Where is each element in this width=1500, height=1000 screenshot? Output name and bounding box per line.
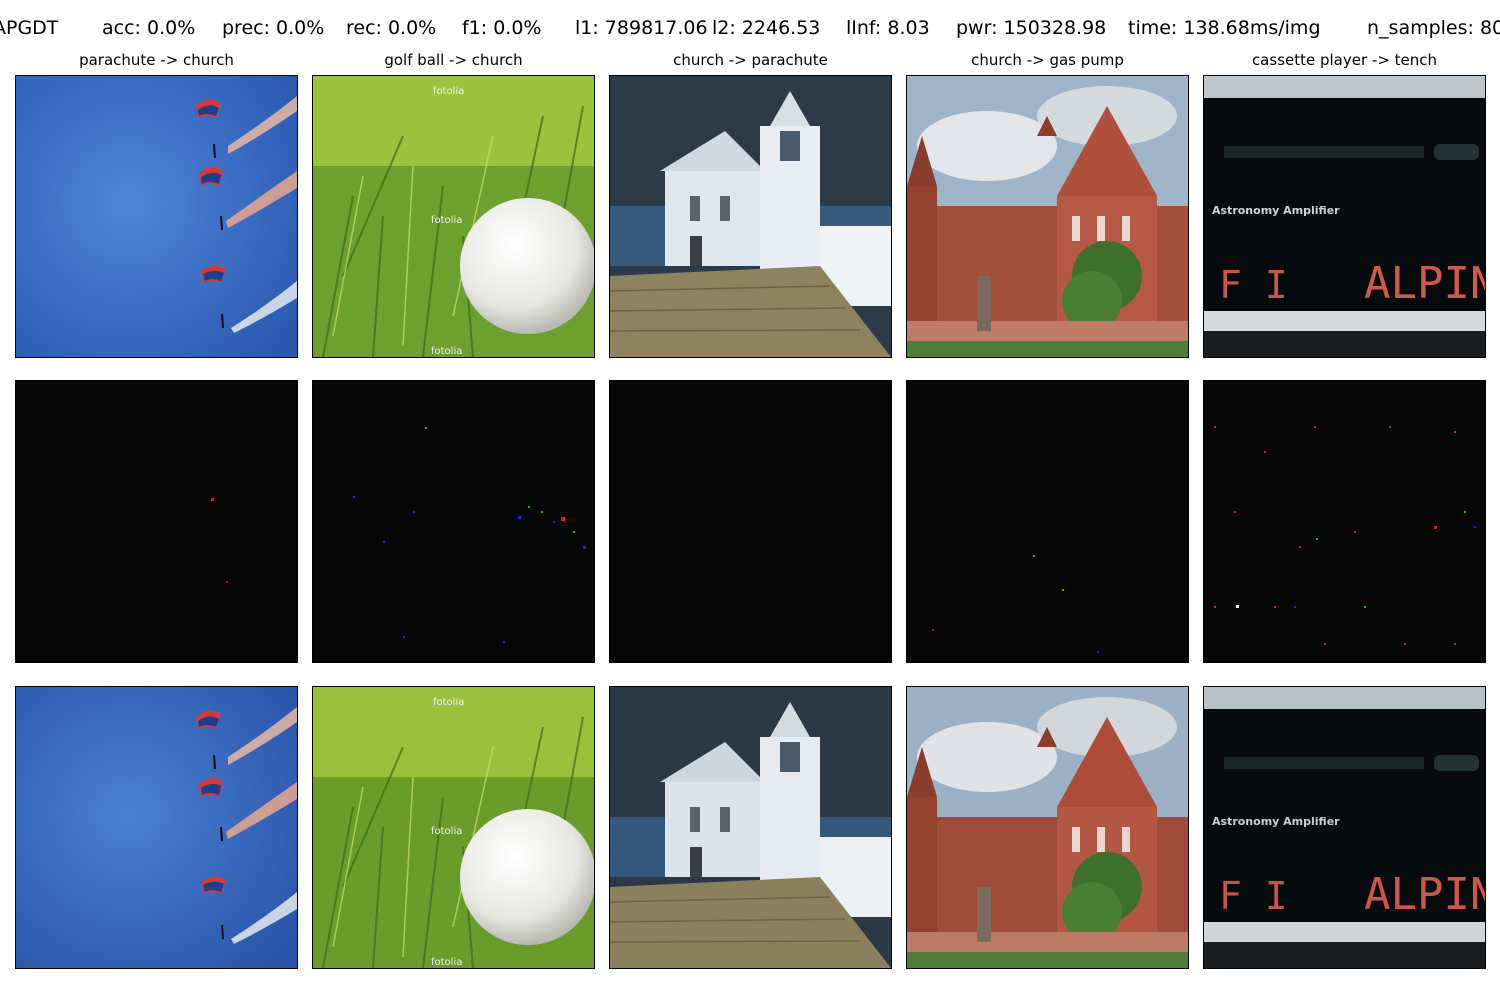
- metric-pwr: pwr: 150328.98: [956, 17, 1107, 39]
- cassette-label-line: Astronomy Amplifier: [1212, 204, 1340, 217]
- cassette-display-left: F I: [1219, 263, 1288, 307]
- adversarial-image-church-white: [609, 686, 892, 969]
- adversarial-image-parachute: [15, 686, 298, 969]
- column-title-4: church -> gas pump: [971, 51, 1124, 69]
- original-image-parachute: [15, 75, 298, 358]
- watermark-text: fotolia: [431, 215, 462, 226]
- column-title-2: golf ball -> church: [384, 51, 523, 69]
- adversarial-image-church-brick: [906, 686, 1189, 969]
- perturbation-image-church-white: [609, 380, 892, 663]
- metrics-header: APGDT acc: 0.0% prec: 0.0% rec: 0.0% f1:…: [0, 0, 1500, 56]
- original-image-church-brick: [906, 75, 1189, 358]
- perturbation-image-parachute: [15, 380, 298, 663]
- perturbation-image-golf-ball: [312, 380, 595, 663]
- cassette-display-right: ALPINE: [1364, 869, 1485, 920]
- original-image-church-white: [609, 75, 892, 358]
- adversarial-image-cassette: Astronomy Amplifier F I ALPINE: [1203, 686, 1486, 969]
- cassette-display-right: ALPINE: [1364, 258, 1485, 309]
- metric-method: APGDT: [0, 17, 59, 39]
- cassette-display-left: F I: [1219, 874, 1288, 918]
- watermark-text: fotolia: [431, 346, 462, 357]
- original-image-golf-ball: fotolia fotolia fotolia: [312, 75, 595, 358]
- metric-l1: l1: 789817.06: [575, 17, 708, 39]
- metric-nsamples: n_samples: 80: [1367, 17, 1500, 39]
- watermark-text: fotolia: [433, 697, 464, 708]
- original-image-cassette: Astronomy Amplifier F I ALPINE: [1203, 75, 1486, 358]
- metric-l2: l2: 2246.53: [712, 17, 821, 39]
- column-title-1: parachute -> church: [79, 51, 234, 69]
- metric-prec: prec: 0.0%: [222, 17, 325, 39]
- metric-rec: rec: 0.0%: [346, 17, 437, 39]
- watermark-text: fotolia: [431, 826, 462, 837]
- metric-acc: acc: 0.0%: [102, 17, 196, 39]
- column-title-5: cassette player -> tench: [1251, 51, 1438, 69]
- watermark-text: fotolia: [433, 86, 464, 97]
- watermark-text: fotolia: [431, 957, 462, 968]
- metric-f1: f1: 0.0%: [462, 17, 542, 39]
- metric-linf: lInf: 8.03: [846, 17, 930, 39]
- perturbation-image-cassette: [1203, 380, 1486, 663]
- adversarial-image-golf-ball: fotolia fotolia fotolia: [312, 686, 595, 969]
- column-title-3: church -> parachute: [673, 51, 828, 69]
- cassette-label-line: Astronomy Amplifier: [1212, 815, 1340, 828]
- metric-time: time: 138.68ms/img: [1128, 17, 1321, 39]
- perturbation-image-church-brick: [906, 380, 1189, 663]
